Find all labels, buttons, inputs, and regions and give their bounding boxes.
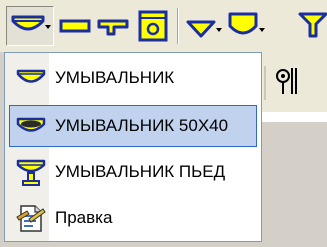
menu-item-label: УМЫВАЛЬНИК [55, 68, 175, 87]
menu-item-label: УМЫВАЛЬНИК ПЬЕД [55, 162, 226, 181]
menu-item-washbasin-50x40[interactable]: УМЫВАЛЬНИК 50X40 [9, 105, 257, 147]
edit-document-icon [16, 205, 46, 232]
workspace-background [262, 122, 327, 247]
triangle-fixture-icon [186, 20, 222, 38]
menu-item-label: УМЫВАЛЬНИК 50X40 [55, 116, 229, 135]
toolbar [0, 0, 327, 52]
washbasin-tool-button[interactable] [6, 6, 54, 46]
pedestal-washbasin-icon [16, 159, 46, 186]
washbasin-dropdown-icon [11, 15, 51, 31]
l-fixture-icon [97, 19, 129, 36]
rect-fixture-icon [59, 19, 91, 33]
menu-item-edit[interactable]: Правка [9, 197, 257, 239]
y-fixture-button[interactable] [296, 6, 327, 46]
square-fixture-button[interactable] [136, 6, 172, 46]
triangle-fixture-button[interactable] [184, 6, 226, 46]
menu-item-pedestal-washbasin[interactable]: УМЫВАЛЬНИК ПЬЕД [9, 151, 257, 193]
washbasin-dropdown-menu: УМЫВАЛЬНИК УМЫВАЛЬНИК 50X40 УМЫВАЛЬНИК П… [4, 52, 262, 242]
menu-item-label: Правка [55, 208, 113, 227]
y-fixture-icon [298, 12, 327, 38]
washbasin-50x40-icon [16, 117, 46, 132]
l-fixture-button[interactable] [96, 6, 132, 46]
rect-fixture-button[interactable] [58, 6, 94, 46]
square-fixture-icon [138, 10, 168, 42]
toolbar-separator [177, 8, 179, 44]
shield-fixture-icon [228, 12, 265, 35]
shield-fixture-button[interactable] [226, 6, 268, 46]
key-tool-icon [264, 66, 297, 100]
washbasin-icon [16, 69, 46, 83]
menu-item-washbasin[interactable]: УМЫВАЛЬНИК [9, 57, 257, 99]
